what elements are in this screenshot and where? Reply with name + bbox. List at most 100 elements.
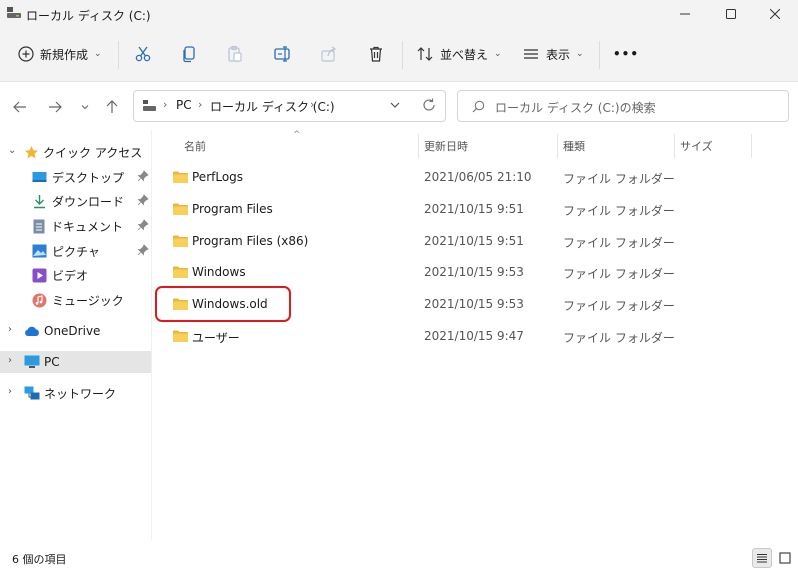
view-label: 表示: [546, 47, 571, 62]
nav-item-desktop[interactable]: デスクトップ: [0, 166, 151, 188]
search-placeholder: ローカル ディスク (C:)の検索: [495, 101, 656, 115]
column-divider[interactable]: [418, 134, 419, 158]
copy-button[interactable]: [180, 38, 198, 70]
video-icon: [32, 268, 47, 282]
view-button[interactable]: 表示 ⌄: [522, 38, 584, 70]
column-header-name[interactable]: 名前: [184, 138, 206, 154]
folder-icon: [173, 235, 188, 247]
more-options-button[interactable]: •••: [613, 38, 639, 70]
copy-icon: [183, 46, 195, 63]
nav-item-videos[interactable]: ビデオ: [0, 264, 151, 286]
sort-button[interactable]: 並べ替え ⌄: [416, 38, 502, 70]
file-date: 2021/10/15 9:47: [424, 329, 524, 343]
nav-label: ダウンロード: [52, 194, 125, 209]
breadcrumb-separator: ›: [310, 98, 315, 111]
address-bar[interactable]: › PC › ローカル ディスク (C:) ›: [133, 90, 446, 122]
recent-locations-button[interactable]: [74, 96, 96, 118]
table-row[interactable]: Program Files (x86) 2021/10/15 9:51 ファイル…: [153, 225, 798, 255]
sort-label: 並べ替え: [440, 47, 489, 62]
minimize-button[interactable]: [662, 0, 708, 28]
rename-button[interactable]: [273, 38, 293, 70]
nav-onedrive[interactable]: › OneDrive: [0, 320, 151, 342]
file-date: 2021/10/15 9:51: [424, 234, 524, 248]
nav-item-pictures[interactable]: ピクチャ: [0, 240, 151, 262]
chevron-down-icon: ⌄: [576, 49, 584, 59]
maximize-button[interactable]: [708, 0, 754, 28]
file-date: 2021/10/15 9:53: [424, 297, 524, 311]
navigation-pane: ⌄ クイック アクセス デスクトップ ダウンロード ドキュメント ピクチャ ビデ…: [0, 130, 152, 540]
file-type: ファイル フォルダー: [563, 299, 675, 313]
refresh-button[interactable]: [422, 98, 436, 115]
file-type: ファイル フォルダー: [563, 204, 675, 218]
item-count: 6 個の項目: [12, 553, 67, 566]
nav-network[interactable]: › ネットワーク: [0, 382, 151, 404]
folder-icon: [173, 203, 188, 215]
column-header-type[interactable]: 種類: [563, 138, 585, 154]
pin-icon: [137, 244, 149, 256]
column-header-size[interactable]: サイズ: [680, 138, 713, 154]
paste-button[interactable]: [226, 38, 244, 70]
breadcrumb-pc[interactable]: PC: [176, 98, 192, 112]
nav-label: ネットワーク: [44, 386, 117, 401]
file-name: PerfLogs: [192, 170, 244, 184]
nav-item-downloads[interactable]: ダウンロード: [0, 190, 151, 212]
file-type: ファイル フォルダー: [563, 236, 675, 250]
breadcrumb-separator: ›: [198, 98, 203, 111]
chevron-down-icon: ⌄: [494, 49, 502, 59]
up-button[interactable]: [101, 96, 123, 118]
drive-icon: [7, 7, 21, 18]
cut-button[interactable]: [134, 38, 152, 70]
rename-icon: [274, 46, 290, 62]
file-type: ファイル フォルダー: [563, 267, 675, 281]
command-bar: 新規作成 ⌄ 並べ替え ⌄ 表示 ⌄ •••: [0, 28, 798, 82]
picture-icon: [32, 244, 47, 258]
share-button[interactable]: [320, 38, 338, 70]
window-title: ローカル ディスク (C:): [26, 9, 151, 23]
download-icon: [34, 194, 45, 208]
column-header-date[interactable]: 更新日時: [424, 138, 468, 154]
column-divider[interactable]: [751, 134, 752, 158]
nav-item-music[interactable]: ミュージック: [0, 289, 151, 311]
forward-button[interactable]: [44, 96, 66, 118]
file-date: 2021/10/15 9:53: [424, 265, 524, 279]
column-divider[interactable]: [557, 134, 558, 158]
minimize-icon: [680, 13, 690, 15]
list-view-icon: [524, 49, 538, 59]
star-icon: [25, 145, 38, 158]
nav-pc[interactable]: › PC: [0, 351, 151, 373]
nav-label: PC: [44, 355, 60, 369]
nav-item-documents[interactable]: ドキュメント: [0, 215, 151, 237]
file-type: ファイル フォルダー: [563, 331, 675, 345]
delete-button[interactable]: [367, 38, 385, 70]
folder-icon: [173, 266, 188, 278]
table-row[interactable]: PerfLogs 2021/06/05 21:10 ファイル フォルダー: [153, 161, 798, 191]
breadcrumb-separator: ›: [163, 98, 168, 111]
details-view-button[interactable]: [752, 548, 772, 568]
tiles-view-icon: [779, 552, 791, 564]
nav-quick-access[interactable]: ⌄ クイック アクセス: [0, 141, 151, 163]
search-box[interactable]: ローカル ディスク (C:)の検索: [457, 90, 789, 122]
toolbar-divider: [402, 41, 403, 69]
pc-icon: [24, 355, 40, 368]
pin-icon: [137, 219, 149, 231]
new-button[interactable]: 新規作成 ⌄: [18, 38, 102, 70]
folder-icon: [173, 330, 188, 342]
table-row[interactable]: ユーザー 2021/10/15 9:47 ファイル フォルダー: [153, 320, 798, 350]
highlight-annotation: [155, 286, 291, 322]
toolbar-divider: [599, 41, 600, 69]
chevron-down-icon: [81, 105, 89, 110]
table-row[interactable]: Windows 2021/10/15 9:53 ファイル フォルダー: [153, 256, 798, 286]
search-icon: [472, 100, 485, 113]
tiles-view-button[interactable]: [775, 548, 795, 568]
column-divider[interactable]: [674, 134, 675, 158]
back-button[interactable]: [9, 96, 31, 118]
nav-label: ミュージック: [52, 293, 124, 308]
title-bar: ローカル ディスク (C:): [0, 0, 798, 28]
address-history-button[interactable]: [389, 99, 401, 114]
refresh-icon: [423, 98, 435, 111]
close-button[interactable]: [752, 0, 798, 28]
breadcrumb-local-disk[interactable]: ローカル ディスク (C:): [210, 98, 335, 115]
share-icon: [321, 46, 337, 62]
table-row[interactable]: Program Files 2021/10/15 9:51 ファイル フォルダー: [153, 193, 798, 223]
file-list: ^ 名前 更新日時 種類 サイズ PerfLogs 2021/06/05 21:…: [153, 130, 798, 540]
